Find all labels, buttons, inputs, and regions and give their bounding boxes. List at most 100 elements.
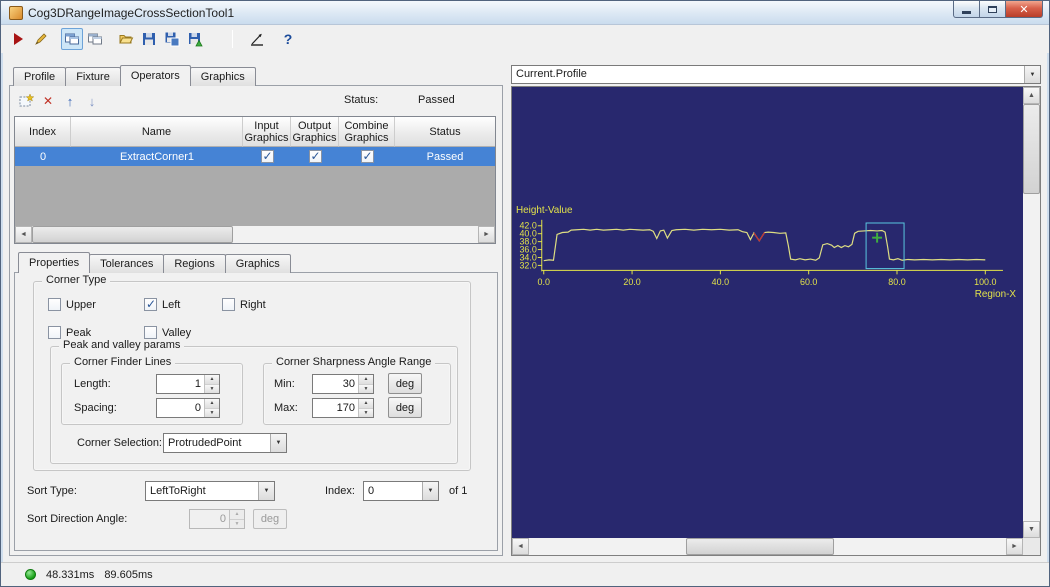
edit-button[interactable] xyxy=(30,28,52,50)
max-angle-stepper[interactable]: 170 ▲▼ xyxy=(312,398,374,418)
scroll-thumb[interactable] xyxy=(686,538,834,555)
subtab-regions[interactable]: Regions xyxy=(163,254,225,273)
spin-up-icon[interactable]: ▲ xyxy=(205,375,219,385)
min-deg-button[interactable]: deg xyxy=(388,373,422,394)
col-name[interactable]: Name xyxy=(71,117,243,147)
checkbox-box xyxy=(222,298,235,311)
scroll-down-icon[interactable]: ▼ xyxy=(1023,521,1040,538)
profile-plot[interactable]: 42.040.038.036.034.032.00.020.040.060.08… xyxy=(512,87,1023,538)
subtab-properties[interactable]: Properties xyxy=(18,252,90,273)
measure-angle-icon xyxy=(249,31,265,47)
col-input-graphics[interactable]: Input Graphics xyxy=(243,117,291,147)
index-combo[interactable]: 0 ▼ xyxy=(363,481,439,501)
tab-fixture[interactable]: Fixture xyxy=(65,67,121,86)
chevron-down-icon[interactable]: ▼ xyxy=(270,434,286,452)
subtab-tolerances[interactable]: Tolerances xyxy=(89,254,164,273)
peak-checkbox[interactable]: Peak xyxy=(48,326,91,339)
scroll-track[interactable] xyxy=(32,226,478,243)
checkbox-box xyxy=(144,326,157,339)
scroll-track[interactable] xyxy=(1023,104,1040,521)
app-icon xyxy=(9,6,23,20)
selection-box[interactable] xyxy=(866,223,904,269)
float-window-button[interactable] xyxy=(84,28,106,50)
sort-type-combo[interactable]: LeftToRight ▼ xyxy=(145,481,275,501)
output-graphics-checkbox[interactable] xyxy=(309,150,322,163)
tab-profile[interactable]: Profile xyxy=(13,67,66,86)
tab-operators[interactable]: Operators xyxy=(120,65,191,86)
spin-down-icon[interactable]: ▼ xyxy=(205,409,219,418)
col-status[interactable]: Status xyxy=(395,117,495,147)
arrow-up-icon: ↑ xyxy=(67,94,74,109)
x-tick-label: 20.0 xyxy=(623,277,640,287)
col-combine-graphics[interactable]: Combine Graphics xyxy=(339,117,395,147)
run-button[interactable] xyxy=(7,28,29,50)
open-file-button[interactable] xyxy=(115,28,137,50)
corner-finder-caption: Corner Finder Lines xyxy=(70,356,175,368)
export-image-button[interactable] xyxy=(184,28,206,50)
upper-checkbox[interactable]: Upper xyxy=(48,298,96,311)
save-as-button[interactable] xyxy=(161,28,183,50)
valley-checkbox[interactable]: Valley xyxy=(144,326,191,339)
tab-graphics[interactable]: Graphics xyxy=(190,67,256,86)
close-button[interactable]: ✕ xyxy=(1005,1,1043,18)
delete-operator-button[interactable]: ✕ xyxy=(38,91,58,111)
scroll-left-icon[interactable]: ◄ xyxy=(15,226,32,243)
checkbox-box xyxy=(309,150,322,163)
spin-up-icon[interactable]: ▲ xyxy=(205,399,219,409)
minimize-button[interactable] xyxy=(953,1,980,18)
maximize-button[interactable] xyxy=(979,1,1006,18)
toolbar-separator xyxy=(232,30,233,48)
spin-down-icon[interactable]: ▼ xyxy=(359,385,373,394)
scroll-left-icon[interactable]: ◄ xyxy=(512,538,529,555)
spin-down-icon[interactable]: ▼ xyxy=(205,385,219,394)
scroll-track[interactable] xyxy=(529,538,1006,555)
move-up-button[interactable]: ↑ xyxy=(60,91,80,111)
scroll-thumb[interactable] xyxy=(1023,104,1040,194)
show-result-graphics-button[interactable] xyxy=(61,28,83,50)
series-profile xyxy=(544,229,986,260)
scroll-right-icon[interactable]: ► xyxy=(1006,538,1023,555)
move-down-button[interactable]: ↓ xyxy=(82,91,102,111)
help-icon: ? xyxy=(284,31,293,47)
chevron-down-icon[interactable]: ▼ xyxy=(258,482,274,500)
max-deg-button[interactable]: deg xyxy=(388,397,422,418)
display-hscrollbar[interactable]: ◄ ► xyxy=(512,538,1023,555)
right-label: Right xyxy=(240,299,266,311)
save-button[interactable] xyxy=(138,28,160,50)
cell-index: 0 xyxy=(15,147,71,166)
titlebar[interactable]: Cog3DRangeImageCrossSectionTool1 ✕ xyxy=(1,1,1049,25)
display-vscrollbar[interactable]: ▲ ▼ xyxy=(1023,87,1040,538)
scrollbar-corner xyxy=(1023,538,1040,555)
spin-up-icon[interactable]: ▲ xyxy=(359,399,373,409)
col-output-graphics[interactable]: Output Graphics xyxy=(291,117,339,147)
corner-selection-combo[interactable]: ProtrudedPoint ▼ xyxy=(163,433,287,453)
x-tick-label: 0.0 xyxy=(538,277,550,287)
right-checkbox[interactable]: Right xyxy=(222,298,266,311)
cell-input-graphics xyxy=(243,147,291,166)
table-hscrollbar[interactable]: ◄ ► xyxy=(15,226,495,243)
left-checkbox[interactable]: Left xyxy=(144,298,180,311)
scroll-up-icon[interactable]: ▲ xyxy=(1023,87,1040,104)
spacing-stepper[interactable]: 0 ▲▼ xyxy=(156,398,220,418)
subtab-graphics[interactable]: Graphics xyxy=(225,254,291,273)
chevron-down-icon[interactable]: ▼ xyxy=(422,482,438,500)
measure-angle-button[interactable] xyxy=(246,28,268,50)
combine-graphics-checkbox[interactable] xyxy=(361,150,374,163)
sort-direction-label: Sort Direction Angle: xyxy=(27,513,127,525)
profile-display[interactable]: 42.040.038.036.034.032.00.020.040.060.08… xyxy=(511,86,1041,556)
scroll-right-icon[interactable]: ► xyxy=(478,226,495,243)
input-graphics-checkbox[interactable] xyxy=(261,150,274,163)
table-empty-area xyxy=(15,166,495,226)
length-stepper[interactable]: 1 ▲▼ xyxy=(156,374,220,394)
help-button[interactable]: ? xyxy=(277,28,299,50)
col-index[interactable]: Index xyxy=(15,117,71,147)
spin-up-icon[interactable]: ▲ xyxy=(359,375,373,385)
table-row[interactable]: 0 ExtractCorner1 Passed xyxy=(15,147,495,166)
min-angle-stepper[interactable]: 30 ▲▼ xyxy=(312,374,374,394)
scroll-thumb[interactable] xyxy=(32,226,233,243)
cell-status: Passed xyxy=(395,147,495,166)
chevron-down-icon[interactable]: ▼ xyxy=(1024,66,1040,83)
new-operator-button[interactable] xyxy=(16,91,36,111)
spin-down-icon[interactable]: ▼ xyxy=(359,409,373,418)
display-selector[interactable]: Current.Profile ▼ xyxy=(511,65,1041,84)
